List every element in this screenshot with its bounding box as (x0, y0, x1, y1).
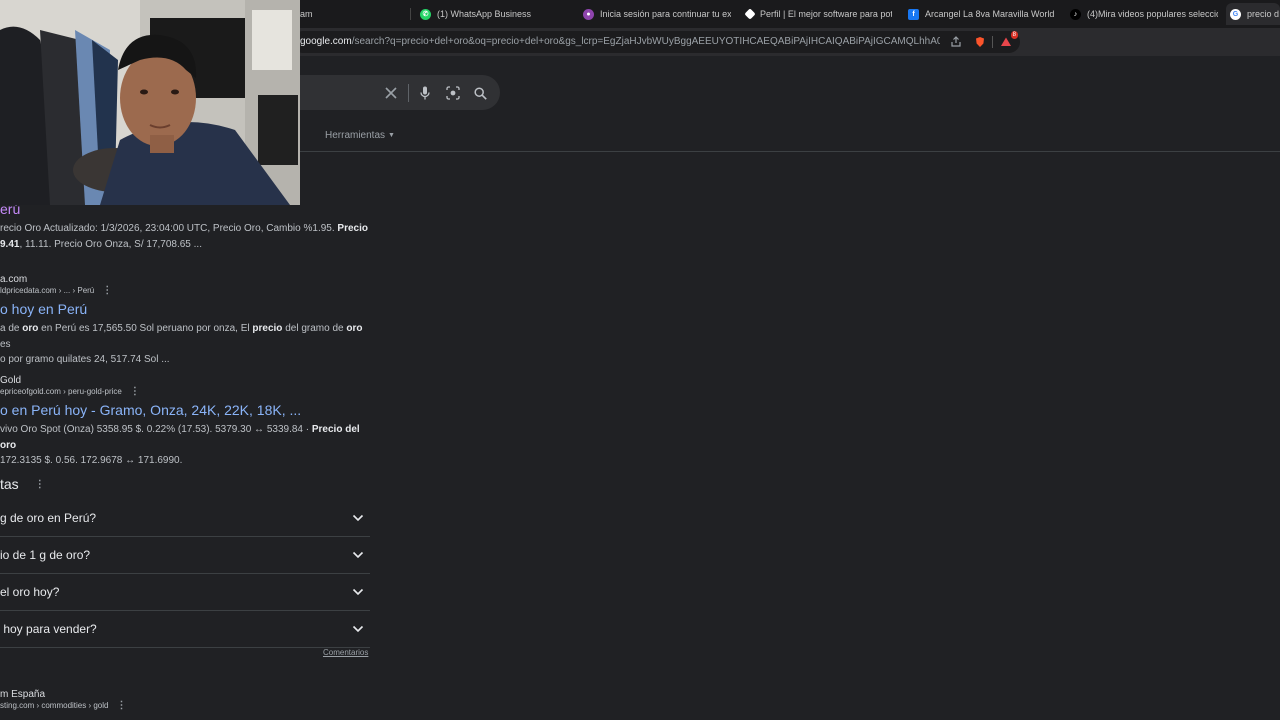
toolbar-divider (992, 36, 993, 48)
tab-tiktok-label: (4)Mira videos populares seleccion (1087, 9, 1218, 19)
address-bar[interactable]: google.com/search?q=precio+del+oro&oq=pr… (292, 31, 1020, 53)
tab-facebook[interactable]: f Arcangel La 8va Maravilla World To (904, 3, 1056, 25)
tab-login[interactable]: ● Inicia sesión para continuar tu expe (579, 3, 731, 25)
result-snippet: recio Oro Actualizado: 1/3/2026, 23:04:0… (0, 223, 368, 250)
url-host: google.com (300, 36, 352, 47)
caret-down-icon: ▼ (388, 132, 395, 139)
paa-question[interactable]: el oro hoy? (0, 574, 370, 611)
result-site-name: a.com (0, 274, 28, 285)
tab-perfil-label: Perfil | El mejor software para pote (760, 9, 892, 19)
purple-app-icon: ● (583, 8, 594, 20)
address-url: google.com/search?q=precio+del+oro&oq=pr… (300, 36, 940, 47)
tab-google-active[interactable]: G precio d (1226, 3, 1280, 25)
whatsapp-icon: ✆ (420, 8, 431, 20)
result-url-text: ldpricedata.com › ... › Perú (0, 286, 95, 295)
rewards-badge: 8 (1010, 31, 1018, 39)
brave-rewards-icon[interactable]: 8 (998, 31, 1018, 50)
paa-question[interactable]: g de oro en Perú? (0, 500, 370, 537)
more-options-icon[interactable]: ⋮ (102, 285, 112, 296)
more-options-icon[interactable]: ⋮ (130, 386, 140, 397)
search-result: erú recio Oro Actualizado: 1/3/2026, 23:… (0, 201, 370, 252)
paa-question-text: el oro hoy? (0, 585, 60, 599)
tab-google-label: precio d (1247, 9, 1280, 19)
paa-question-text: g de oro en Perú? (0, 511, 97, 525)
clear-icon[interactable] (381, 83, 401, 103)
url-path: /search?q=precio+del+oro&oq=precio+del+o… (351, 36, 940, 47)
more-options-icon[interactable]: ⋮ (35, 479, 45, 490)
tab-whatsapp-label: (1) WhatsApp Business (437, 9, 532, 19)
webcam-overlay (0, 0, 300, 205)
search-result: m España sting.com › commodities › gold … (0, 689, 126, 711)
result-url-text: sting.com › commodities › gold (0, 701, 109, 710)
brave-shield-icon[interactable] (972, 34, 988, 50)
tab-login-label: Inicia sesión para continuar tu expe (600, 9, 731, 19)
tab-separator (410, 8, 411, 20)
result-url[interactable]: ldpricedata.com › ... › Perú ⋮ (0, 285, 370, 296)
result-snippet: a de oro en Perú es 17,565.50 Sol peruan… (0, 323, 363, 365)
tab-tiktok[interactable]: ♪ (4)Mira videos populares seleccion (1066, 3, 1218, 25)
microphone-icon[interactable] (415, 83, 435, 103)
result-title[interactable]: o hoy en Perú (0, 301, 370, 317)
tab-perfil[interactable]: Perfil | El mejor software para pote (742, 3, 892, 25)
camera-lens-icon[interactable] (443, 83, 463, 103)
tools-label: Herramientas (325, 130, 386, 141)
share-icon[interactable] (948, 34, 964, 50)
facebook-icon: f (908, 8, 919, 20)
paa-heading-text: tas (0, 476, 19, 492)
paa-question[interactable]: io de 1 g de oro? (0, 537, 370, 574)
tiktok-icon: ♪ (1070, 8, 1081, 20)
result-snippet: vivo Oro Spot (Onza) 5358.95 $. 0.22% (1… (0, 424, 360, 466)
result-site-name: m España (0, 689, 46, 700)
diamond-icon (744, 8, 756, 20)
tab-0[interactable]: am (296, 3, 406, 25)
google-icon: G (1230, 8, 1241, 20)
chevron-down-icon[interactable] (348, 619, 368, 639)
chevron-down-icon[interactable] (348, 545, 368, 565)
tools-dropdown[interactable]: Herramientas ▼ (325, 130, 395, 141)
tab-whatsapp[interactable]: ✆ (1) WhatsApp Business (416, 3, 571, 25)
search-divider (408, 84, 409, 102)
webcam-feed-image (0, 0, 300, 205)
more-options-icon[interactable]: ⋮ (116, 700, 126, 711)
result-title[interactable]: o en Perú hoy - Gramo, Onza, 24K, 22K, 1… (0, 402, 370, 418)
feedback-link[interactable]: Comentarios (323, 648, 368, 657)
result-url-text: epriceofgold.com › peru-gold-price (0, 387, 122, 396)
search-result: Gold epriceofgold.com › peru-gold-price … (0, 375, 370, 469)
tab-facebook-label: Arcangel La 8va Maravilla World To (925, 9, 1056, 19)
result-url[interactable]: sting.com › commodities › gold ⋮ (0, 700, 126, 711)
chevron-down-icon[interactable] (348, 508, 368, 528)
search-result: a.com ldpricedata.com › ... › Perú ⋮ o h… (0, 274, 370, 368)
paa-question-text: io de 1 g de oro? (0, 548, 91, 562)
chevron-down-icon[interactable] (348, 582, 368, 602)
tab-0-label: am (300, 9, 313, 19)
paa-question-text: hoy para vender? (0, 622, 97, 636)
search-icon[interactable] (470, 83, 490, 103)
paa-question[interactable]: hoy para vender? (0, 611, 370, 648)
result-site-name: Gold (0, 375, 22, 386)
people-also-ask-heading: tas ⋮ (0, 476, 45, 492)
result-url[interactable]: epriceofgold.com › peru-gold-price ⋮ (0, 386, 370, 397)
